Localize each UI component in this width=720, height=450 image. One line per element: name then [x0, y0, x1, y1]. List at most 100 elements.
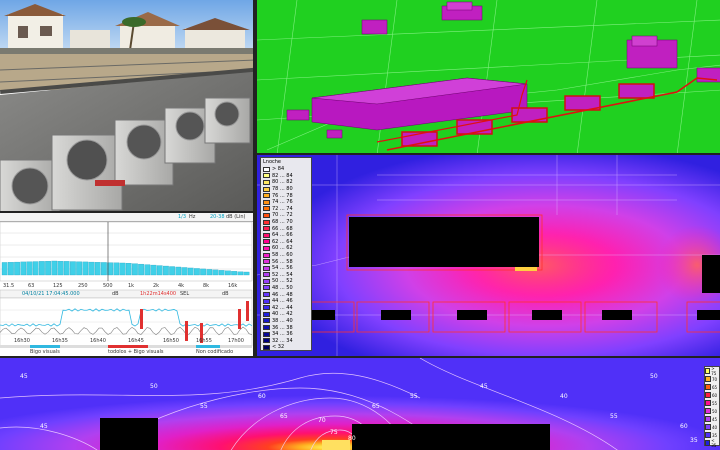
legend-swatch — [263, 278, 270, 284]
spectrum-bar — [194, 268, 200, 276]
legend-label: 50 — [712, 408, 718, 414]
legend-swatch — [263, 331, 270, 337]
spectrum-bar — [138, 263, 144, 276]
spectrum-bar — [20, 261, 27, 276]
legend-swatch — [705, 384, 711, 390]
building-block — [349, 217, 539, 267]
legend-label: 70 — [712, 376, 718, 382]
legend-row: 56 ... 58 — [261, 258, 311, 265]
spectrum-bar — [82, 261, 89, 276]
spectrum-bar — [57, 261, 64, 276]
spectrum-bar — [163, 265, 169, 276]
status-duration: 1h22m14s400 — [140, 291, 177, 297]
legend-row: 60 ... 62 — [261, 245, 311, 252]
legend-row: 70 — [705, 375, 719, 383]
contour-render: 45 50 55 60 65 70 75 80 65 55 45 40 55 50 60 45 35 — [0, 358, 720, 450]
legend-swatch — [705, 400, 711, 406]
spectrum-bar — [51, 260, 58, 276]
building-block — [702, 255, 720, 293]
spectrum-bar — [32, 261, 39, 276]
time-tick: 16h55 — [196, 338, 212, 344]
legend-swatch — [263, 292, 270, 298]
legend-row: 45 — [705, 415, 719, 423]
frequency-tick: 250 — [78, 283, 88, 289]
time-tick: 16h50 — [163, 338, 179, 344]
legend-label: 74 ... 76 — [272, 199, 293, 206]
site-3d-model-render — [257, 0, 720, 153]
legend-label: 36 ... 38 — [272, 324, 293, 331]
contour-label: 60 — [680, 423, 688, 430]
status-metric-unit: dB — [222, 291, 229, 297]
contour-label: 55 — [410, 393, 418, 400]
legend-row: 80 ... 82 — [261, 179, 311, 186]
legend-swatch — [263, 259, 270, 265]
legend-row: 62 ... 64 — [261, 239, 311, 246]
legend-label: 64 ... 66 — [272, 232, 293, 239]
spectrum-bar — [156, 265, 163, 276]
legend-swatch — [705, 416, 711, 422]
legend-swatch — [263, 226, 270, 232]
noise-contour-map: 45 50 55 60 65 70 75 80 65 55 45 40 55 50 60 45 35 > 75 7… — [0, 356, 720, 450]
spectrum-bar — [63, 261, 70, 276]
legend-row: < 32 — [261, 344, 311, 351]
status-time: 04/10/21 17:04:45.000 — [22, 291, 80, 297]
legend-swatch — [263, 285, 270, 291]
spectrum-bar — [181, 267, 188, 276]
rooftop-photo — [0, 0, 255, 213]
legend-label: 52 ... 54 — [272, 271, 293, 278]
spectrum-bar — [200, 268, 206, 276]
legend-swatch — [263, 265, 270, 271]
legend-row: 46 ... 48 — [261, 291, 311, 298]
legend-row: 65 — [705, 383, 719, 391]
contour-label: 50 — [150, 383, 158, 390]
frequency-tick: 500 — [103, 283, 113, 289]
legend-swatch — [705, 368, 711, 374]
legend-row: 64 ... 66 — [261, 232, 311, 239]
spectrum-bar — [225, 270, 231, 276]
legend-label: 80 ... 82 — [272, 179, 293, 186]
legend-row: 74 ... 76 — [261, 199, 311, 206]
legend-swatch — [263, 239, 270, 245]
footer-item: todolos + Bigo visuals — [108, 349, 164, 355]
time-tick: 17h00 — [228, 338, 244, 344]
contour-label: 40 — [560, 393, 568, 400]
legend-label: 50 ... 52 — [272, 278, 293, 285]
legend-label: 35 — [712, 432, 718, 438]
legend-label: 65 — [712, 384, 718, 390]
status-level-unit: dB — [112, 291, 119, 297]
spectrum-bar — [45, 261, 51, 276]
legend-swatch — [263, 206, 270, 212]
legend-row: 50 ... 52 — [261, 278, 311, 285]
spectrum-bar — [113, 262, 120, 276]
legend-title: Lnoche — [263, 159, 282, 165]
legend-label: 32 ... 34 — [272, 337, 293, 344]
legend-row: > 75 — [705, 366, 719, 376]
spectrum-bar — [101, 262, 107, 276]
legend-label: 82 ... 84 — [272, 172, 293, 179]
noise-map: Lnoche > 84 82 ... 84 80 ... 82 78 ... 80 76… — [255, 155, 720, 356]
building-block — [352, 424, 550, 450]
legend-row: 48 ... 50 — [261, 285, 311, 292]
legend-label: 70 ... 72 — [272, 212, 293, 219]
legend-swatch — [263, 252, 270, 258]
time-axis: 16h30 16h35 16h40 16h45 16h50 16h55 17h0… — [0, 338, 252, 345]
legend-row: 66 ... 68 — [261, 225, 311, 232]
legend-swatch — [263, 318, 270, 324]
legend-label: 40 — [712, 424, 718, 430]
analyzer-plots: 31.5 63 125 250 500 1k 2k 4k 8k 16k — [0, 221, 253, 348]
spectrum-bar — [150, 264, 157, 276]
legend-swatch — [705, 376, 711, 382]
frequency-tick: 1k — [128, 283, 134, 289]
legend-swatch — [263, 245, 270, 251]
legend-label: 78 ... 80 — [272, 186, 293, 193]
noise-map-render — [257, 155, 720, 356]
legend-row: 68 ... 70 — [261, 219, 311, 226]
spectrum-bar — [8, 262, 14, 276]
legend-row: 60 — [705, 391, 719, 399]
contour-label: 45 — [40, 423, 48, 430]
footer-item: Bigo visuals — [30, 349, 60, 355]
legend-row: 36 ... 38 — [261, 324, 311, 331]
frequency-axis: 31.5 63 125 250 500 1k 2k 4k 8k 16k — [3, 283, 237, 289]
legend-label: 62 ... 64 — [272, 238, 293, 245]
spectrum-bar — [94, 262, 101, 276]
